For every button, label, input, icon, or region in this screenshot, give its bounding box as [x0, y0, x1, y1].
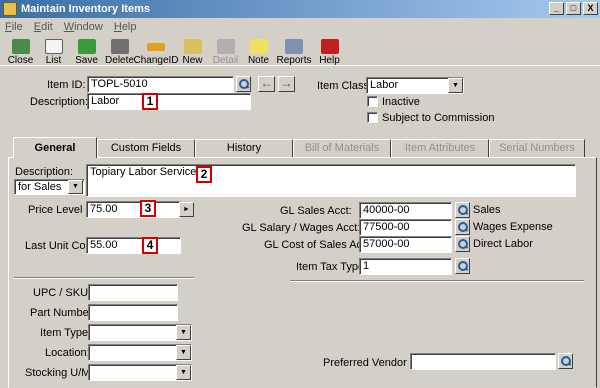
part-number-field[interactable]: [88, 304, 178, 321]
tab-custom-fields[interactable]: Custom Fields: [97, 139, 195, 158]
divider: [14, 277, 194, 279]
general-description-label: Description:: [15, 166, 74, 178]
list-button[interactable]: List: [37, 36, 70, 66]
new-button[interactable]: New: [176, 36, 209, 66]
description-label: Description:: [30, 96, 89, 108]
app-icon: [3, 2, 17, 16]
save-icon: [77, 39, 96, 54]
chevron-down-icon[interactable]: ▼: [68, 180, 83, 194]
note-button[interactable]: Note: [242, 36, 275, 66]
preferred-vendor-field[interactable]: [410, 353, 556, 370]
inactive-label: Inactive: [382, 96, 420, 108]
item-id-field[interactable]: TOPL-5010: [87, 76, 234, 93]
price-level-field[interactable]: 75.00: [86, 201, 181, 218]
close-button[interactable]: Close: [4, 36, 37, 66]
upc-sku-field[interactable]: [88, 284, 178, 301]
commission-label: Subject to Commission: [382, 112, 495, 124]
changeid-button[interactable]: ChangeID: [133, 36, 179, 66]
delete-button[interactable]: Delete: [103, 36, 136, 66]
gl-wages-label: GL Salary / Wages Acct:: [242, 222, 361, 234]
tax-type-lookup-icon[interactable]: [455, 258, 470, 274]
callout-1: 1: [142, 93, 158, 110]
menu-bar: File Edit Window Help: [0, 18, 600, 35]
window-title: Maintain Inventory Items: [21, 3, 150, 15]
gl-cogs-field[interactable]: 57000-00: [359, 236, 452, 253]
stocking-um-label: Stocking U/M:: [25, 367, 94, 379]
gl-sales-label: GL Sales Acct:: [280, 205, 352, 217]
item-type-label: Item Type:: [40, 327, 92, 339]
maximize-button[interactable]: □: [566, 2, 581, 15]
window-titlebar: Maintain Inventory Items _ □ X: [0, 0, 600, 18]
tab-serial-numbers[interactable]: Serial Numbers: [489, 139, 585, 158]
gl-cogs-lookup-icon[interactable]: [455, 236, 470, 252]
tab-history[interactable]: History: [195, 139, 293, 158]
gl-cogs-label: GL Cost of Sales Acct:: [264, 239, 374, 251]
gl-sales-lookup-icon[interactable]: [455, 202, 470, 218]
inactive-checkbox[interactable]: [367, 96, 378, 107]
tab-strip: General Custom Fields History Bill of Ma…: [13, 137, 585, 158]
divider: [290, 280, 584, 282]
chevron-down-icon[interactable]: ▼: [176, 365, 191, 380]
vendor-lookup-icon[interactable]: [558, 353, 573, 369]
gl-wages-field[interactable]: 77500-00: [359, 219, 452, 236]
help-book-icon: [320, 39, 339, 54]
reports-icon: [285, 39, 303, 54]
new-icon: [183, 39, 202, 54]
menu-help[interactable]: Help: [114, 21, 137, 33]
chevron-down-icon[interactable]: ▼: [448, 78, 463, 93]
delete-icon: [110, 39, 129, 54]
price-level-label: Price Level 1:: [28, 204, 95, 216]
key-icon: [147, 43, 165, 51]
item-tax-type-label: Item Tax Type:: [296, 261, 368, 273]
part-number-label: Part Number:: [30, 307, 96, 319]
tab-bill-of-materials[interactable]: Bill of Materials: [293, 139, 391, 158]
tab-item-attributes[interactable]: Item Attributes: [391, 139, 489, 158]
help-button[interactable]: Help: [313, 36, 346, 66]
tab-general[interactable]: General: [13, 137, 97, 158]
close-window-button[interactable]: X: [583, 2, 598, 15]
menu-edit[interactable]: Edit: [34, 21, 53, 33]
gl-wages-lookup-icon[interactable]: [455, 219, 470, 235]
callout-3: 3: [140, 200, 156, 217]
close-door-icon: [11, 39, 30, 54]
gl-cogs-name: Direct Labor: [473, 238, 533, 250]
list-icon: [44, 39, 63, 54]
upc-sku-label: UPC / SKU:: [33, 287, 92, 299]
gl-sales-name: Sales: [473, 204, 501, 216]
chevron-down-icon[interactable]: ▼: [176, 325, 191, 340]
reports-button[interactable]: Reports: [275, 36, 313, 66]
next-record-icon[interactable]: →: [278, 76, 295, 92]
last-unit-cost-field[interactable]: 55.00: [86, 237, 181, 254]
detail-icon: [216, 39, 235, 54]
callout-2: 2: [196, 166, 212, 183]
callout-4: 4: [142, 237, 158, 254]
gl-sales-field[interactable]: 40000-00: [359, 202, 452, 219]
chevron-down-icon[interactable]: ▼: [176, 345, 191, 360]
menu-file[interactable]: File: [5, 21, 23, 33]
save-button[interactable]: Save: [70, 36, 103, 66]
commission-checkbox[interactable]: [367, 112, 378, 123]
toolbar: Close List Save Delete ChangeID New Deta…: [0, 36, 600, 66]
item-class-label: Item Class:: [317, 80, 373, 92]
detail-button[interactable]: Detail: [209, 36, 242, 66]
preferred-vendor-label: Preferred Vendor ID:: [323, 357, 424, 369]
item-id-lookup-icon[interactable]: [236, 76, 251, 92]
chevron-right-icon[interactable]: ►: [179, 202, 194, 217]
item-tax-type-field[interactable]: 1: [359, 258, 452, 275]
item-id-label: Item ID:: [47, 79, 86, 91]
minimize-button[interactable]: _: [549, 2, 564, 15]
location-label: Location:: [45, 347, 90, 359]
gl-wages-name: Wages Expense: [473, 221, 553, 233]
note-icon: [249, 39, 268, 54]
sales-description-field[interactable]: Topiary Labor Service: [86, 164, 576, 197]
menu-window[interactable]: Window: [64, 21, 103, 33]
previous-record-icon[interactable]: ←: [258, 76, 275, 92]
description-field[interactable]: Labor: [87, 93, 251, 110]
